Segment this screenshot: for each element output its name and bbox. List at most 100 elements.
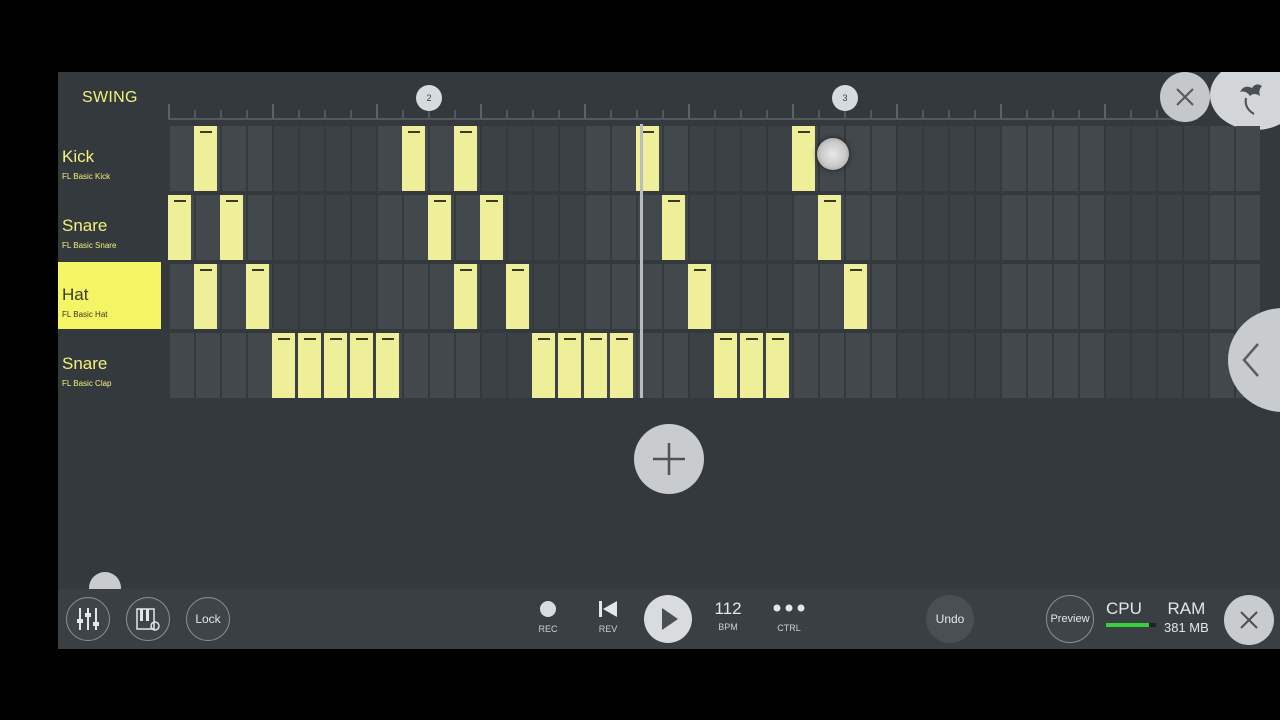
step-cell[interactable] [1002,126,1026,191]
step-active[interactable] [740,333,763,398]
step-cell[interactable] [1184,333,1208,398]
step-cell[interactable] [1106,195,1130,260]
step-active[interactable] [194,126,217,191]
rec-button[interactable]: REC [532,599,564,634]
step-active[interactable] [376,333,399,398]
step-active[interactable] [194,264,217,329]
step-cell[interactable] [352,126,376,191]
step-active[interactable] [350,333,373,398]
add-channel-button[interactable] [634,424,704,494]
step-cell[interactable] [170,264,194,329]
step-cell[interactable] [482,333,506,398]
step-cell[interactable] [1210,264,1234,329]
step-cell[interactable] [768,195,792,260]
play-button[interactable] [644,595,692,643]
step-cell[interactable] [898,264,922,329]
step-cell[interactable] [794,264,818,329]
step-cell[interactable] [1106,126,1130,191]
step-active[interactable] [246,264,269,329]
step-cell[interactable] [352,264,376,329]
step-cell[interactable] [1028,195,1052,260]
step-cell[interactable] [716,195,740,260]
step-cell[interactable] [1054,195,1078,260]
step-active[interactable] [558,333,581,398]
step-active[interactable] [584,333,607,398]
step-cell[interactable] [1080,333,1104,398]
timeline-ruler[interactable] [58,72,1280,124]
step-cell[interactable] [1002,195,1026,260]
step-cell[interactable] [404,195,428,260]
step-active[interactable] [506,264,529,329]
step-cell[interactable] [1184,195,1208,260]
step-cell[interactable] [404,333,428,398]
step-cell[interactable] [794,195,818,260]
step-active[interactable] [610,333,633,398]
step-cell[interactable] [1080,195,1104,260]
step-active[interactable] [402,126,425,191]
step-cell[interactable] [924,264,948,329]
channel-kick[interactable]: Kick FL Basic Kick [58,124,161,191]
step-cell[interactable] [378,264,402,329]
step-cell[interactable] [976,126,1000,191]
step-cell[interactable] [742,195,766,260]
step-active[interactable] [792,126,815,191]
step-cell[interactable] [560,195,584,260]
step-cell[interactable] [742,126,766,191]
step-cell[interactable] [378,195,402,260]
step-active[interactable] [766,333,789,398]
step-cell[interactable] [274,126,298,191]
step-cell[interactable] [534,126,558,191]
step-cell[interactable] [664,126,688,191]
step-cell[interactable] [690,126,714,191]
step-cell[interactable] [430,264,454,329]
step-cell[interactable] [482,264,506,329]
step-cell[interactable] [274,264,298,329]
step-cell[interactable] [222,333,246,398]
step-cell[interactable] [1184,126,1208,191]
step-active[interactable] [220,195,243,260]
step-active[interactable] [454,264,477,329]
step-cell[interactable] [846,333,870,398]
ctrl-button[interactable]: CTRL [770,601,808,633]
rev-button[interactable]: REV [592,599,624,634]
step-cell[interactable] [872,264,896,329]
step-cell[interactable] [898,195,922,260]
step-cell[interactable] [300,264,324,329]
step-active[interactable] [272,333,295,398]
step-cell[interactable] [1132,264,1156,329]
step-cell[interactable] [1210,195,1234,260]
step-cell[interactable] [768,264,792,329]
step-cell[interactable] [846,195,870,260]
step-cell[interactable] [456,333,480,398]
step-cell[interactable] [1236,195,1260,260]
step-active[interactable] [428,195,451,260]
step-cell[interactable] [690,333,714,398]
step-cell[interactable] [794,333,818,398]
step-active[interactable] [662,195,685,260]
step-cell[interactable] [326,195,350,260]
step-cell[interactable] [1106,333,1130,398]
channel-snare[interactable]: Snare FL Basic Snare [58,193,161,260]
step-cell[interactable] [378,126,402,191]
step-cell[interactable] [820,333,844,398]
step-cell[interactable] [924,126,948,191]
step-cell[interactable] [1054,264,1078,329]
step-active[interactable] [168,195,191,260]
step-cell[interactable] [612,126,636,191]
step-cell[interactable] [898,333,922,398]
step-cell[interactable] [508,333,532,398]
step-cell[interactable] [560,126,584,191]
step-cell[interactable] [352,195,376,260]
step-cell[interactable] [300,195,324,260]
step-cell[interactable] [1028,126,1052,191]
step-active[interactable] [818,195,841,260]
step-cell[interactable] [1158,333,1182,398]
channel-clap[interactable]: Snare FL Basic Clap [58,331,161,398]
step-cell[interactable] [1028,333,1052,398]
step-cell[interactable] [560,264,584,329]
step-cell[interactable] [846,126,870,191]
step-cell[interactable] [742,264,766,329]
close-button[interactable] [1224,595,1274,645]
step-cell[interactable] [612,264,636,329]
step-cell[interactable] [508,195,532,260]
